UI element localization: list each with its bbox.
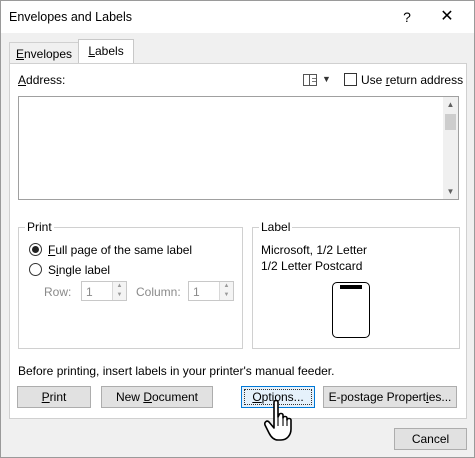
scroll-up-icon[interactable]: ▲ — [443, 97, 458, 112]
column-spinner-arrows[interactable]: ▲ ▼ — [219, 282, 233, 300]
spin-down-icon: ▼ — [223, 292, 230, 298]
epostage-properties-button[interactable]: E-postage Properties... — [323, 386, 457, 408]
label-preview-icon[interactable] — [332, 282, 370, 338]
print-group: Print Full page of the same label Single… — [18, 220, 243, 349]
label-product: 1/2 Letter Postcard — [261, 259, 363, 273]
print-button[interactable]: Print — [17, 386, 91, 408]
label-group[interactable]: Label Microsoft, 1/2 Letter 1/2 Letter P… — [252, 220, 460, 349]
dialog-title: Envelopes and Labels — [9, 10, 133, 24]
spin-up-icon: ▲ — [116, 283, 123, 289]
address-book-icon — [303, 74, 317, 86]
full-page-label[interactable]: Full page of the same label — [48, 243, 192, 257]
label-vendor: Microsoft, 1/2 Letter — [261, 243, 368, 257]
label-group-title: Label — [259, 220, 293, 234]
column-spinner[interactable]: 1 ▲ ▼ — [188, 281, 234, 301]
tab-labels[interactable]: Labels — [78, 39, 134, 64]
column-value: 1 — [193, 285, 200, 299]
envelopes-and-labels-dialog: Envelopes and Labels ? ✕ Envelopes Label… — [0, 0, 475, 458]
single-label-radio[interactable] — [29, 263, 42, 276]
row-spinner-arrows[interactable]: ▲ ▼ — [112, 282, 126, 300]
spin-up-icon: ▲ — [223, 283, 230, 289]
address-textarea[interactable]: ▲ ▼ — [18, 96, 459, 200]
help-button[interactable]: ? — [395, 5, 419, 29]
row-spinner[interactable]: 1 ▲ ▼ — [81, 281, 127, 301]
manual-feeder-instruction: Before printing, insert labels in your p… — [18, 364, 335, 378]
use-return-address-checkbox[interactable] — [344, 73, 357, 86]
address-book-button[interactable]: ▼ — [303, 73, 333, 89]
cancel-button[interactable]: Cancel — [394, 428, 467, 450]
title-bar: Envelopes and Labels ? ✕ — [1, 1, 474, 33]
spin-down-icon: ▼ — [116, 292, 123, 298]
address-scrollbar[interactable]: ▲ ▼ — [443, 97, 458, 199]
single-label-label[interactable]: Single label — [48, 263, 110, 277]
full-page-radio[interactable] — [29, 243, 42, 256]
scroll-thumb[interactable] — [445, 114, 456, 130]
tab-envelopes[interactable]: Envelopes — [9, 42, 79, 64]
hand-pointer-icon — [264, 399, 292, 441]
close-button[interactable]: ✕ — [433, 5, 461, 29]
labels-tab-panel: Address: ▼ Use return address ▲ ▼ Print … — [9, 63, 467, 419]
print-group-title: Print — [25, 220, 54, 234]
address-label: Address: — [18, 73, 66, 87]
new-document-button[interactable]: New Document — [101, 386, 213, 408]
row-label: Row: — [44, 285, 72, 299]
column-label: Column: — [136, 285, 181, 299]
dropdown-arrow-icon: ▼ — [322, 74, 331, 84]
scroll-down-icon[interactable]: ▼ — [443, 184, 458, 199]
use-return-address-label[interactable]: Use return address — [361, 73, 463, 87]
row-value: 1 — [86, 285, 93, 299]
